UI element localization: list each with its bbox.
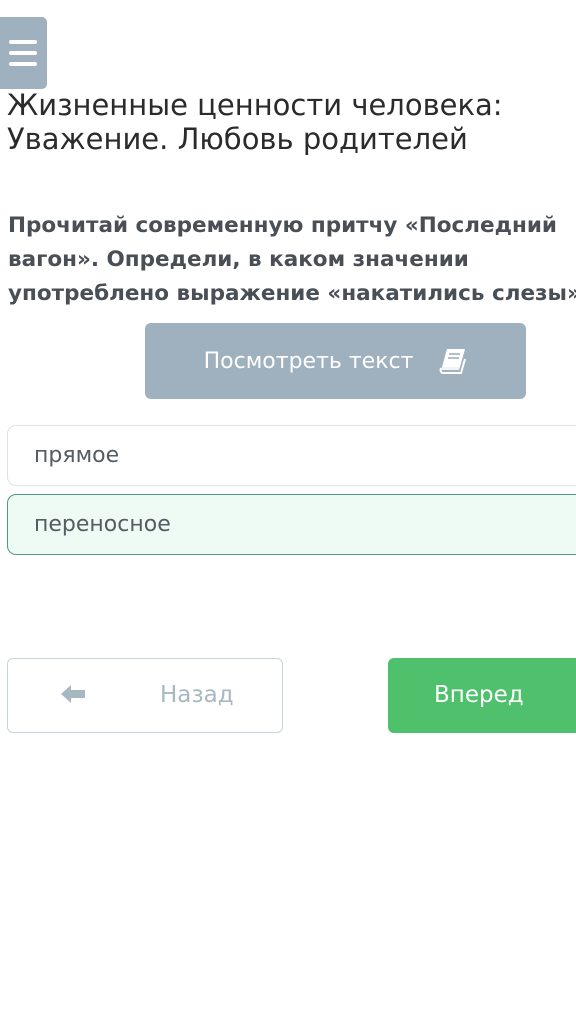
question-line-3: употреблено выражение «накатились слезы»…: [8, 281, 576, 306]
hamburger-menu-icon: [8, 40, 37, 66]
answer-option-label: переносное: [34, 512, 171, 537]
menu-button[interactable]: [0, 17, 47, 89]
back-button-label: Назад: [160, 682, 234, 708]
question-line-2: вагон». Определи, в каком значении: [8, 247, 469, 272]
question-text: Прочитай современную притчу «Последний в…: [8, 209, 576, 311]
page-title-line-1: Жизненные ценности человека:: [7, 88, 503, 122]
arrow-left-icon: [61, 685, 85, 703]
next-button[interactable]: Вперед: [388, 658, 576, 733]
page-title: Жизненные ценности человека: Уважение. Л…: [7, 88, 575, 156]
view-text-button-label: Посмотреть текст: [203, 348, 414, 374]
back-button[interactable]: Назад: [7, 658, 283, 733]
next-button-label: Вперед: [434, 682, 524, 708]
page-title-line-2: Уважение. Любовь родителей: [7, 122, 468, 156]
answer-option-label: прямое: [34, 443, 120, 468]
question-line-1: Прочитай современную притчу «Последний: [8, 213, 557, 238]
page: Жизненные ценности человека: Уважение. Л…: [0, 0, 576, 1027]
view-text-button[interactable]: Посмотреть текст: [145, 323, 526, 399]
answer-option-figurative[interactable]: переносное: [7, 494, 576, 555]
answer-option-direct[interactable]: прямое: [7, 425, 576, 486]
book-icon: [440, 349, 467, 374]
